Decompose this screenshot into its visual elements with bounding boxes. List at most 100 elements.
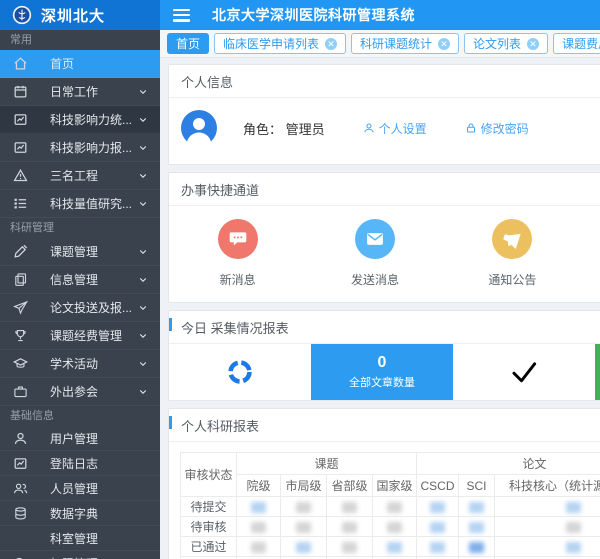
blurred-value [342,522,357,533]
blurred-value [387,542,402,553]
panel-personal-info: 个人信息 角色： 管理员 个人设置 [168,64,600,165]
tab-paper-list[interactable]: 论文列表✕ [464,33,548,54]
blurred-value [296,502,311,513]
blurred-value [251,502,266,513]
sidebar-item-user-management[interactable]: 用户管理 [0,426,160,451]
sidebar-item-conference-travel[interactable]: 外出参会 [0,378,160,406]
briefcase-icon [13,384,28,399]
blurred-value [566,522,581,533]
menu-section-research: 科研管理 [0,218,160,238]
panel-title: 办事快捷通道 [169,173,600,206]
blurred-value [469,502,484,513]
sidebar-item-academic-activity[interactable]: 学术活动 [0,350,160,378]
sidebar-item-project-management[interactable]: 课题管理 [0,238,160,266]
sidebar-item-login-log[interactable]: 登陆日志 [0,451,160,476]
menu-section-basic: 基础信息 [0,406,160,426]
lock-icon [465,122,477,134]
col-header: 省部级 [327,475,373,497]
app-window: 深圳北大 常用 首页 日常工作 科技影响力统... 科技影响力报... [0,0,600,559]
avatar [181,110,217,146]
sidebar-item-permission-management[interactable]: 权限管理 [0,551,160,559]
chevron-down-icon [138,359,148,369]
stat-total-articles: 0 全部文章数量 [311,344,453,400]
blurred-value [296,522,311,533]
blurred-value [251,522,266,533]
table-row: 已通过 [181,537,600,557]
top-header: 北京大学深圳医院科研管理系统 [160,0,600,30]
tab-research-project-stats[interactable]: 科研课题统计✕ [351,33,459,54]
blurred-value [566,542,581,553]
tab-project-fee-report[interactable]: 课题费用报表✕ [553,33,600,54]
sidebar-item-tech-value-research[interactable]: 科技量值研究... [0,190,160,218]
quick-item-new-message[interactable]: 新消息 [169,219,306,288]
quick-item-notice[interactable]: 通知公告 [444,219,581,288]
col-header: 院级 [237,475,281,497]
documents-icon [13,272,28,287]
sidebar-item-personnel-management[interactable]: 人员管理 [0,476,160,501]
tab-home[interactable]: 首页 [167,33,209,54]
col-header: CSCD [417,475,459,497]
quick-item-send-message[interactable]: 发送消息 [306,219,443,288]
database-icon [13,506,28,521]
megaphone-icon [492,219,532,259]
blurred-value [387,522,402,533]
brush-icon [13,244,28,259]
main-area: 北京大学深圳医院科研管理系统 首页 临床医学申请列表✕ 科研课题统计✕ 论文列表… [160,0,600,559]
chevron-down-icon [138,387,148,397]
list-icon [13,196,28,211]
blurred-value [251,542,266,553]
panel-quick-channels: 办事快捷通道 新消息 发送消息 [168,172,600,303]
sidebar-item-paper-submission[interactable]: 论文投送及报... [0,294,160,322]
chevron-down-icon [138,171,148,181]
blurred-value [342,502,357,513]
menu-toggle-icon[interactable] [173,9,190,22]
page-title: 北京大学深圳医院科研管理系统 [212,5,415,25]
blurred-value [566,502,581,513]
chevron-down-icon [138,199,148,209]
paper-plane-icon [13,300,28,315]
sidebar-item-tech-impact-stats[interactable]: 科技影响力统... [0,106,160,134]
col-header: 市局级 [281,475,327,497]
blurred-value [430,522,445,533]
close-tab-icon[interactable]: ✕ [527,38,539,50]
blurred-value [342,542,357,553]
home-icon [13,56,28,71]
chevron-down-icon [138,87,148,97]
chat-bubble-icon [218,219,258,259]
chevron-down-icon [138,115,148,125]
blurred-value [430,542,445,553]
user-icon [13,431,28,446]
chevron-down-icon [138,143,148,153]
panel-research-report: 个人科研报表 审核状态 课题 论文 [168,408,600,559]
col-header-audit-status: 审核状态 [181,453,237,497]
sidebar-item-department-management[interactable]: 科室管理 [0,526,160,551]
brand-header: 深圳北大 [0,0,160,30]
change-password-link[interactable]: 修改密码 [465,120,529,137]
stat-check [453,344,595,400]
panel-title: 个人信息 [169,65,600,98]
blurred-value [387,502,402,513]
blurred-value [296,542,311,553]
sidebar-item-project-funding[interactable]: 课题经费管理 [0,322,160,350]
col-header: SCI [459,475,495,497]
tab-clinical-application-list[interactable]: 临床医学申请列表✕ [214,33,346,54]
sidebar-item-daily-work[interactable]: 日常工作 [0,78,160,106]
personal-settings-link[interactable]: 个人设置 [363,120,427,137]
panel-title: 今日 采集情况报表 [169,311,600,344]
close-tab-icon[interactable]: ✕ [438,38,450,50]
table-row: 待审核 [181,517,600,537]
sidebar-item-data-dictionary[interactable]: 数据字典 [0,501,160,526]
sidebar-item-tech-impact-report[interactable]: 科技影响力报... [0,134,160,162]
sidebar-item-home[interactable]: 首页 [0,50,160,78]
trophy-icon [13,328,28,343]
user-icon [363,122,375,134]
warning-icon [13,168,28,183]
sidebar-item-info-management[interactable]: 信息管理 [0,266,160,294]
close-tab-icon[interactable]: ✕ [325,38,337,50]
chevron-down-icon [138,275,148,285]
blurred-value [430,502,445,513]
users-icon [13,481,28,496]
stat-partial-green [595,344,600,400]
group-header-projects: 课题 [237,453,417,475]
sidebar-item-sanming-project[interactable]: 三名工程 [0,162,160,190]
